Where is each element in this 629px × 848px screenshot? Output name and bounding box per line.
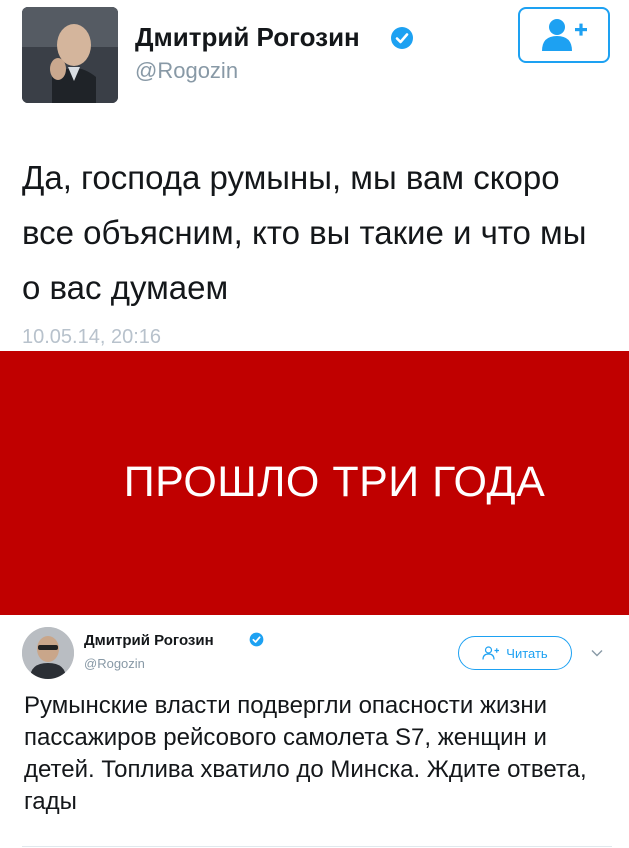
follow-button[interactable]: Читать (458, 636, 572, 670)
chevron-down-icon[interactable] (590, 646, 604, 660)
verified-badge-icon (249, 632, 264, 647)
add-user-icon (542, 19, 587, 51)
author-handle[interactable]: @Rogozin (84, 656, 145, 671)
banner-caption: ПРОШЛО ТРИ ГОДА (123, 458, 546, 506)
verified-badge-icon (391, 27, 413, 49)
author-handle[interactable]: @Rogozin (135, 58, 238, 84)
follow-button[interactable] (518, 7, 610, 63)
tweet-timestamp[interactable]: 10.05.14, 20:16 (22, 326, 161, 349)
avatar[interactable] (22, 7, 118, 103)
avatar[interactable] (22, 627, 74, 679)
author-name[interactable]: Дмитрий Рогозин (84, 632, 214, 649)
tweet-text: Да, господа румыны, мы вам скоро все объ… (22, 159, 587, 306)
avatar-photo (22, 627, 74, 679)
divider (22, 846, 612, 847)
tweet-text: Румынские власти подвергли опасности жиз… (24, 692, 587, 815)
add-user-icon (482, 646, 500, 660)
author-name[interactable]: Дмитрий Рогозин (135, 22, 360, 53)
follow-label: Читать (506, 645, 548, 661)
avatar-photo (22, 7, 118, 103)
